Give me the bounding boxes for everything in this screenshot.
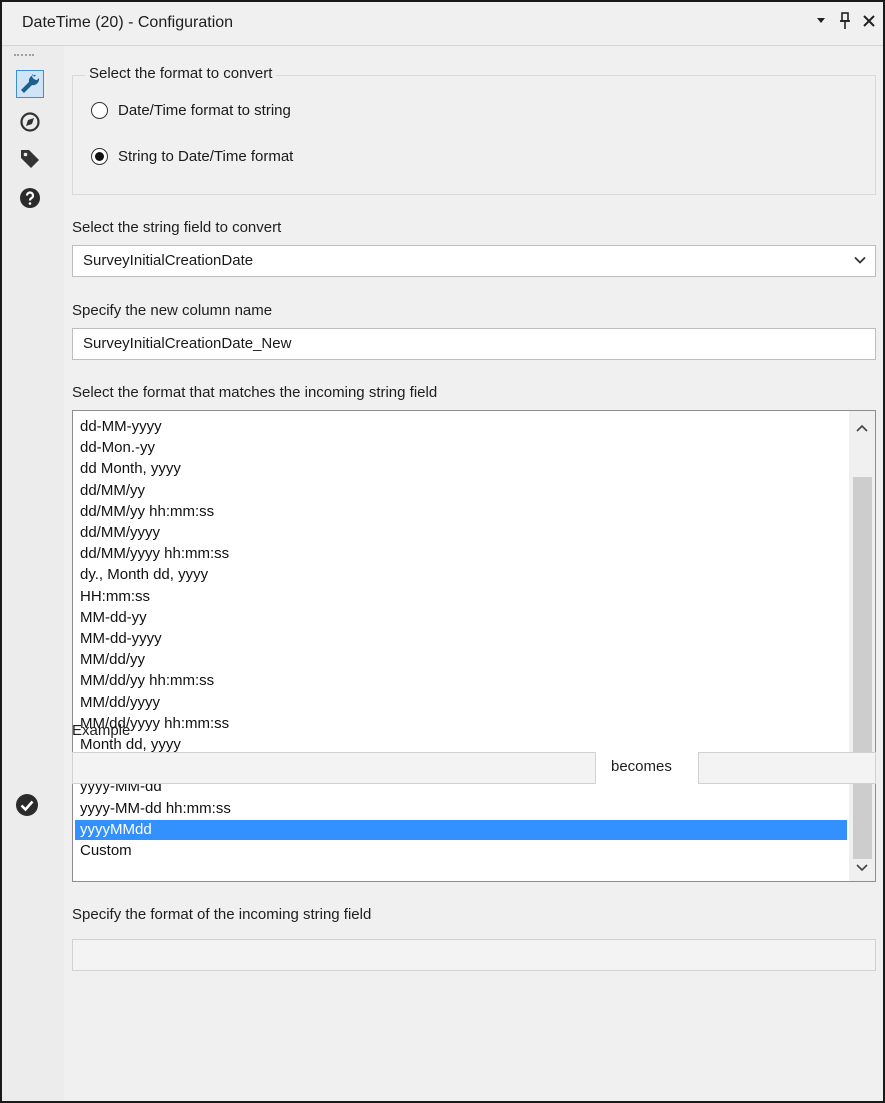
becomes-label: becomes xyxy=(611,758,672,775)
new-column-input[interactable]: SurveyInitialCreationDate_New xyxy=(72,328,876,360)
string-field-label: Select the string field to convert xyxy=(72,219,282,236)
list-item[interactable]: MM/dd/yy xyxy=(75,650,847,670)
format-listbox[interactable]: dd-MM-yyyy dd-Mon.-yy dd Month, yyyy dd/MM/… xyxy=(72,410,876,882)
list-item[interactable]: yyyy-MM-dd hh:mm:ss xyxy=(75,799,847,819)
window-title: DateTime (20) - Configuration xyxy=(22,14,234,31)
check-circle-icon xyxy=(15,793,39,817)
radio-label: String to Date/Time format xyxy=(118,148,294,165)
list-item[interactable]: dd/MM/yy xyxy=(75,481,847,501)
radio-dot xyxy=(95,152,104,161)
list-item[interactable]: HH:mm:ss xyxy=(75,587,847,607)
radio-circle-selected[interactable] xyxy=(91,148,108,165)
list-item[interactable]: dy., Month dd, yyyy xyxy=(75,565,847,585)
list-item[interactable]: MM/dd/yyyy xyxy=(75,693,847,713)
list-item[interactable]: dd-Mon.-yy xyxy=(75,438,847,458)
close-icon[interactable] xyxy=(861,10,877,32)
list-item[interactable]: dd/MM/yyyy hh:mm:ss xyxy=(75,544,847,564)
list-item[interactable]: MM-dd-yyyy xyxy=(75,629,847,649)
pin-icon[interactable] xyxy=(837,10,853,32)
title-bar: DateTime (20) - Configuration xyxy=(2,2,883,46)
string-field-value: SurveyInitialCreationDate xyxy=(83,252,254,269)
list-item[interactable]: MM-dd-yy xyxy=(75,608,847,628)
list-item[interactable]: dd/MM/yyyy xyxy=(75,523,847,543)
list-item[interactable]: MM/dd/yyyy hh:mm:ss xyxy=(75,714,847,734)
chevron-down-icon xyxy=(853,253,867,271)
example-output xyxy=(698,752,876,784)
scrollbar-thumb[interactable] xyxy=(853,477,872,859)
configuration-window: DateTime (20) - Configuration Select the… xyxy=(0,0,885,1103)
window-controls xyxy=(813,10,877,32)
radio-circle-unselected[interactable] xyxy=(91,102,108,119)
annotation-tab-button[interactable] xyxy=(16,110,44,138)
convert-format-legend: Select the format to convert xyxy=(85,65,277,82)
configuration-panel: Select the format to convert Date/Time f… xyxy=(64,46,883,1101)
radio-label: Date/Time format to string xyxy=(118,102,291,119)
format-list-label: Select the format that matches the incom… xyxy=(72,384,438,401)
metadata-tab-button[interactable] xyxy=(16,146,44,174)
convert-format-group: Select the format to convert Date/Time f… xyxy=(72,65,876,195)
list-item[interactable]: dd/MM/yy hh:mm:ss xyxy=(75,502,847,522)
list-item[interactable]: MM/dd/yy hh:mm:ss xyxy=(75,671,847,691)
string-field-dropdown[interactable]: SurveyInitialCreationDate xyxy=(72,245,876,277)
tool-rail xyxy=(2,46,64,1101)
list-item[interactable]: Custom xyxy=(75,841,847,861)
help-icon xyxy=(19,187,41,213)
wrench-icon xyxy=(19,71,41,97)
dropdown-arrow-icon[interactable] xyxy=(813,10,829,32)
new-column-label: Specify the new column name xyxy=(72,302,273,319)
custom-format-input[interactable] xyxy=(72,939,876,971)
list-item-selected[interactable]: yyyyMMdd xyxy=(75,819,847,840)
list-scrollbar[interactable] xyxy=(849,411,875,881)
scroll-down-icon[interactable] xyxy=(849,855,875,881)
radio-string-to-datetime[interactable]: String to Date/Time format xyxy=(91,148,293,165)
tag-icon xyxy=(19,147,41,173)
compass-icon xyxy=(19,111,41,137)
example-label: Example xyxy=(72,722,131,739)
configuration-tab-button[interactable] xyxy=(16,70,44,98)
help-tab-button[interactable] xyxy=(16,186,44,214)
scroll-up-icon[interactable] xyxy=(849,415,875,441)
list-item[interactable]: dd Month, yyyy xyxy=(75,459,847,479)
radio-datetime-to-string[interactable]: Date/Time format to string xyxy=(91,102,291,119)
grip-handle[interactable] xyxy=(14,54,34,58)
list-item[interactable]: dd-MM-yyyy xyxy=(75,417,847,437)
example-input[interactable] xyxy=(72,752,596,784)
custom-format-label: Specify the format of the incoming strin… xyxy=(72,906,372,923)
